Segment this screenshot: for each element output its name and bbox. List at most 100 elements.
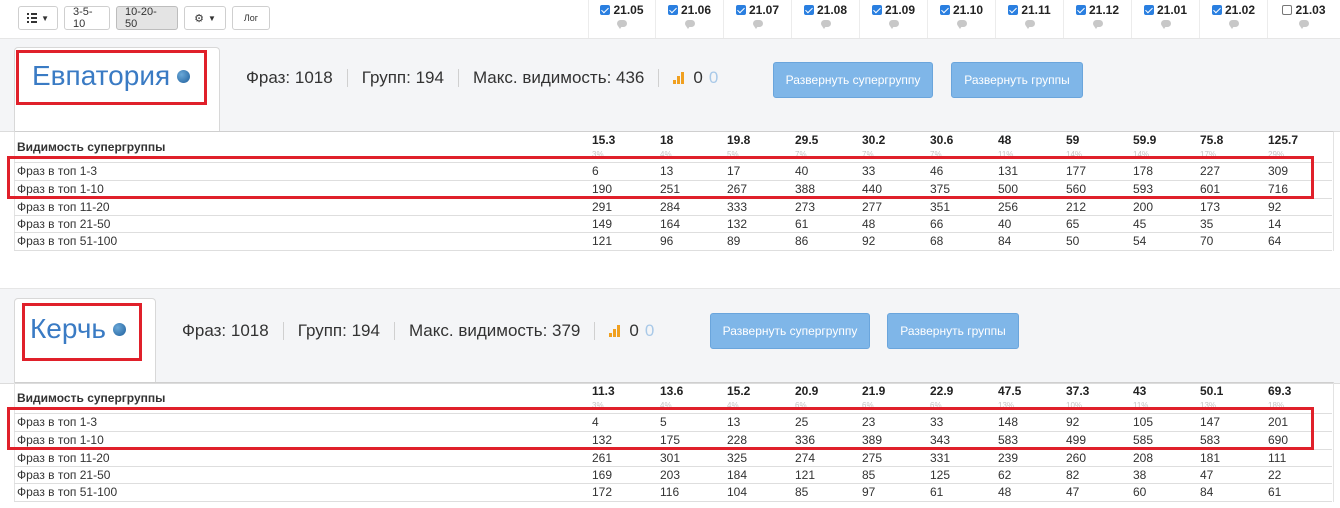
comment-icon[interactable]	[617, 20, 627, 29]
table-header-label: Видимость супергруппы	[17, 391, 166, 405]
table-cell: 184	[727, 468, 748, 482]
zero-value-secondary: 0	[708, 68, 719, 87]
comment-icon[interactable]	[1299, 20, 1309, 29]
comment-icon[interactable]	[1160, 20, 1171, 29]
separator	[393, 322, 395, 340]
settings-menu-button[interactable]: ⚙ ▼	[184, 6, 226, 30]
visibility-value: 37.3	[1066, 384, 1090, 398]
highlight-box-rows	[7, 407, 1314, 450]
date-toggle[interactable]: 21.02	[1200, 3, 1267, 17]
comment-icon[interactable]	[888, 20, 899, 29]
date-checkbox[interactable]	[871, 5, 882, 15]
table-cell: 261	[592, 451, 613, 465]
phrases-count: Фраз: 1018	[182, 321, 269, 340]
comment-icon[interactable]	[956, 20, 967, 29]
date-column-21.01: 21.01	[1131, 0, 1199, 38]
visibility-value: 75.8	[1200, 133, 1224, 147]
table-cell: 92	[1268, 200, 1282, 214]
comment-icon[interactable]	[684, 20, 695, 29]
date-column-21.10: 21.10	[927, 0, 995, 38]
table-cell: 203	[660, 468, 681, 482]
date-checkbox[interactable]	[600, 5, 611, 15]
table-cell: 149	[592, 217, 613, 231]
section-stats: Фраз: 1018 Групп: 194 Макс. видимость: 436…	[246, 68, 718, 88]
row-label: Фраз в топ 11-20	[17, 451, 110, 465]
row-label: Фраз в топ 21-50	[17, 468, 111, 482]
highlight-box-rows	[7, 156, 1314, 199]
table-cell: 54	[1133, 234, 1147, 248]
log-button[interactable]: Лог	[232, 6, 270, 30]
comment-icon[interactable]	[1024, 20, 1035, 29]
table-cell: 164	[660, 217, 681, 231]
date-toggle[interactable]: 21.01	[1132, 3, 1199, 17]
date-checkbox[interactable]	[939, 5, 950, 15]
expand-groups-button[interactable]: Развернуть группы	[951, 62, 1083, 98]
max-visibility: Макс. видимость: 379	[408, 321, 581, 340]
table-cell: 86	[795, 234, 809, 248]
date-checkbox[interactable]	[803, 5, 814, 15]
date-checkbox[interactable]	[1075, 5, 1086, 15]
table-cell: 169	[592, 468, 613, 482]
date-checkbox[interactable]	[1143, 5, 1154, 15]
range-10-20-50-button[interactable]: 10-20-50	[116, 6, 178, 30]
date-checkbox[interactable]	[1211, 5, 1222, 15]
expand-supergroup-button[interactable]: Развернуть супергруппу	[710, 313, 870, 349]
table-cell: 301	[660, 451, 681, 465]
separator	[282, 322, 284, 340]
range-3-5-10-button[interactable]: 3-5-10	[64, 6, 110, 30]
date-label: 21.07	[748, 3, 780, 17]
date-toggle[interactable]: 21.06	[656, 3, 723, 17]
date-column-21.03: 21.03	[1267, 0, 1340, 38]
expand-supergroup-button[interactable]: Развернуть супергруппу	[773, 62, 933, 98]
table-cell: 82	[1066, 468, 1080, 482]
date-toggle[interactable]: 21.09	[860, 3, 927, 17]
chevron-down-icon: ▼	[41, 13, 49, 23]
table-cell: 212	[1066, 200, 1087, 214]
table-cell: 89	[727, 234, 741, 248]
separator	[346, 69, 348, 87]
date-label: 21.03	[1295, 3, 1326, 17]
comment-icon[interactable]	[820, 20, 831, 29]
visibility-value: 47.5	[998, 384, 1022, 398]
table-row: Фраз в топ 51-100 121 96 89 86 92 68 84 50 54 70 64	[14, 232, 1332, 249]
table-row: Фраз в топ 51-100 172 116 104 85 97 61 48 47 60 84…	[14, 483, 1332, 500]
row-label: Фраз в топ 51-100	[17, 485, 118, 499]
comment-icon[interactable]	[752, 20, 763, 29]
date-toggle[interactable]: 21.11	[996, 3, 1063, 17]
table-row: Фраз в топ 11-20 261 301 325 274 275 331 239 260…	[14, 449, 1332, 466]
table-cell: 14	[1268, 217, 1282, 231]
table-cell: 45	[1133, 217, 1147, 231]
table-cell: 61	[795, 217, 809, 231]
table-cell: 61	[1268, 485, 1282, 499]
list-menu-button[interactable]: ▼	[18, 6, 58, 30]
comment-icon[interactable]	[1092, 20, 1103, 29]
separator	[658, 69, 660, 87]
max-visibility: Макс. видимость: 436	[472, 68, 645, 87]
table-cell: 84	[998, 234, 1012, 248]
date-checkbox[interactable]	[1282, 5, 1293, 15]
visibility-value: 11.3	[592, 384, 615, 398]
date-toggle[interactable]: 21.08	[792, 3, 859, 17]
table-bottom-line	[14, 250, 1332, 251]
expand-groups-button[interactable]: Развернуть группы	[887, 313, 1019, 349]
separator	[457, 69, 459, 87]
visibility-value: 59.9	[1133, 133, 1157, 147]
row-label: Фраз в топ 21-50	[17, 217, 111, 231]
date-label: 21.05	[613, 3, 644, 17]
groups-count: Групп: 194	[361, 68, 444, 87]
table-cell: 48	[998, 485, 1012, 499]
date-toggle[interactable]: 21.07	[724, 3, 791, 17]
date-toggle[interactable]: 21.12	[1064, 3, 1131, 17]
groups-count: Групп: 194	[297, 321, 380, 340]
date-checkbox[interactable]	[1008, 5, 1019, 15]
date-checkbox[interactable]	[735, 5, 746, 15]
date-column-21.02: 21.02	[1199, 0, 1267, 38]
date-toggle[interactable]: 21.03	[1268, 3, 1340, 17]
date-toggle[interactable]: 21.05	[589, 3, 655, 17]
signal-bars-icon	[609, 325, 621, 337]
date-checkbox[interactable]	[667, 5, 678, 15]
table-cell: 260	[1066, 451, 1087, 465]
date-toggle[interactable]: 21.10	[928, 3, 995, 17]
toolbar: ▼ 3-5-10 10-20-50 ⚙ ▼ Лог	[18, 6, 270, 30]
comment-icon[interactable]	[1228, 20, 1239, 29]
